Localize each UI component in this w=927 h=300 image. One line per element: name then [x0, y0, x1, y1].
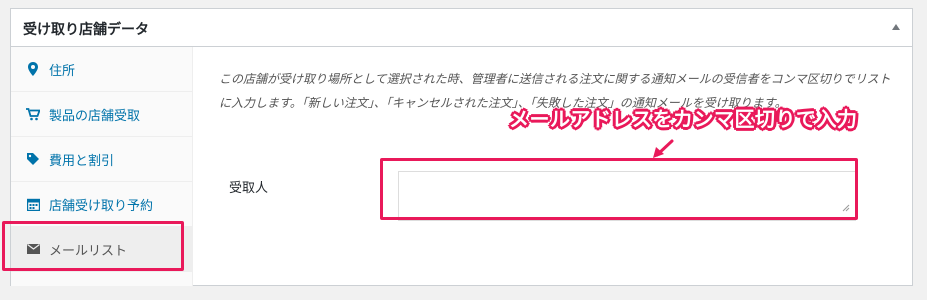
resize-grip-icon[interactable] [840, 202, 850, 212]
tab-product-pickup[interactable]: 製品の店舗受取 [11, 92, 192, 137]
envelope-icon [25, 241, 41, 257]
annotation-callout: メールアドレスをカンマ区切りで入力 [509, 107, 858, 131]
tab-label: 費用と割引 [49, 153, 115, 169]
tab-label: 製品の店舗受取 [49, 108, 141, 124]
cart-icon [25, 106, 41, 122]
tab-label: 住所 [49, 63, 76, 79]
tag-icon [25, 151, 41, 167]
tab-address[interactable]: 住所 [11, 47, 192, 92]
panel-title: 受け取り店舗データ [23, 22, 149, 38]
tab-label: 店舗受け取り予約 [49, 198, 154, 214]
collapse-toggle-icon[interactable] [892, 24, 900, 30]
location-pin-icon [25, 61, 41, 77]
recipient-textarea[interactable] [398, 171, 856, 221]
store-data-panel: 受け取り店舗データ 住所 製品の店舗受取 費用と割引 店舗受け取り予約 メールリ… [10, 8, 913, 286]
recipient-label: 受取人 [229, 181, 269, 196]
panel-header: 受け取り店舗データ [11, 9, 912, 47]
callout-arrow-icon [653, 139, 674, 158]
tab-mail-list[interactable]: メールリスト [11, 227, 192, 272]
tab-label: メールリスト [49, 243, 128, 259]
calendar-icon [25, 196, 41, 212]
tab-pickup-reservation[interactable]: 店舗受け取り予約 [11, 182, 192, 227]
panel-tabs: 住所 製品の店舗受取 費用と割引 店舗受け取り予約 メールリスト [11, 47, 193, 286]
tab-costs-discounts[interactable]: 費用と割引 [11, 137, 192, 182]
